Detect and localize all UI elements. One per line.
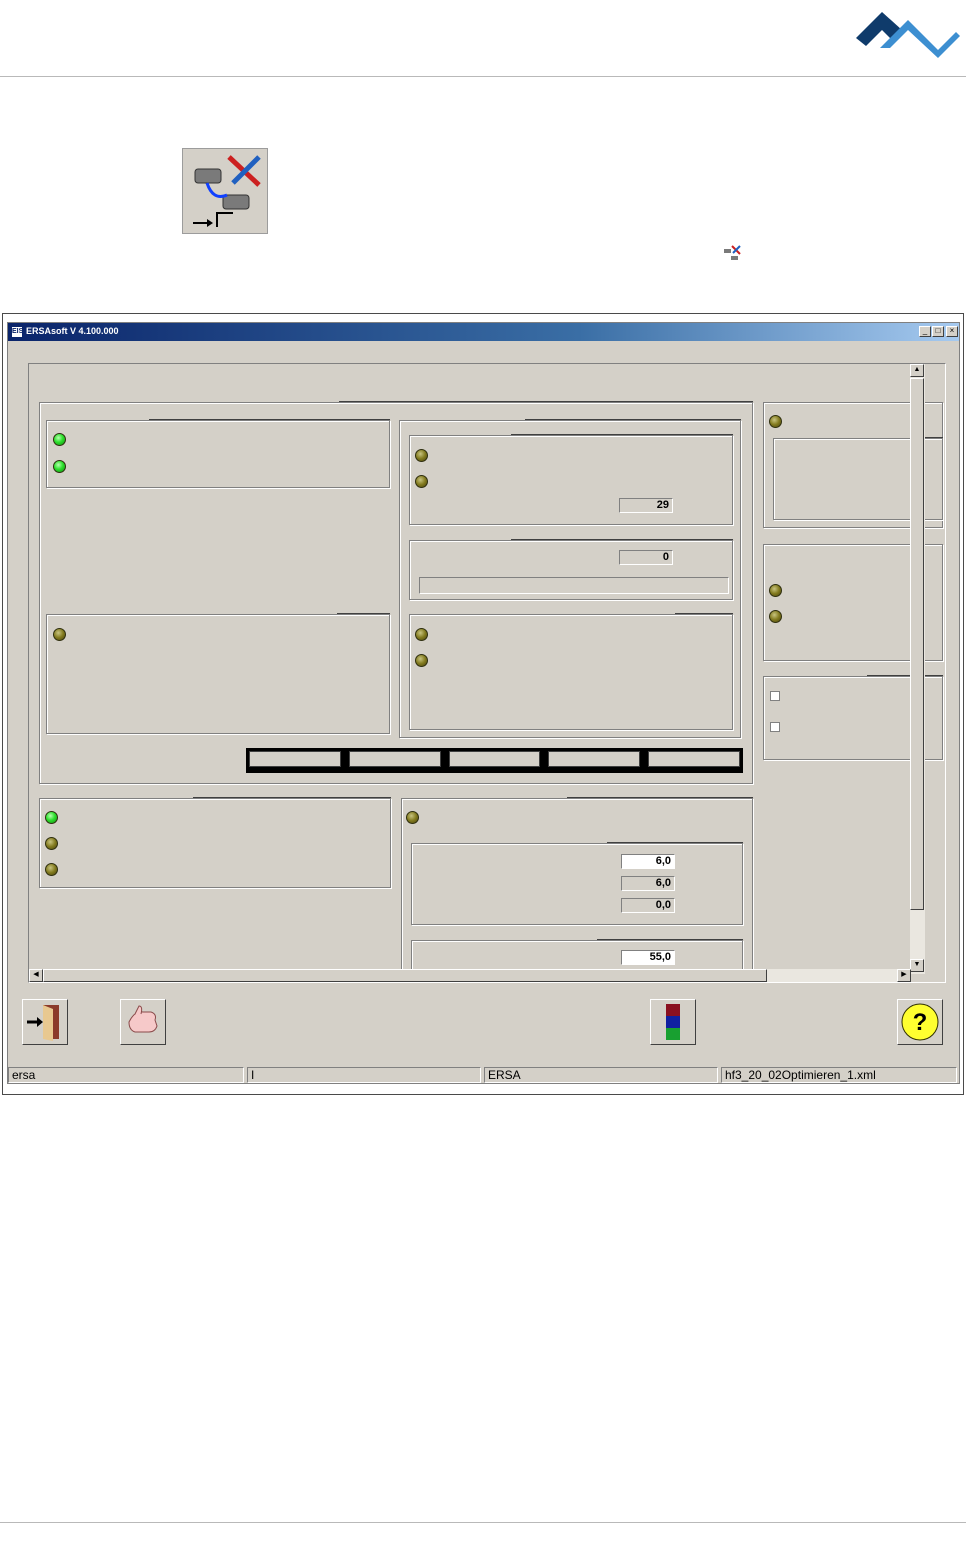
counter-field: 29 — [619, 498, 673, 513]
color-settings-button[interactable] — [650, 999, 696, 1045]
app-logo-icon: EIS — [11, 326, 23, 338]
heater-led-1 — [45, 811, 58, 824]
svg-text:?: ? — [913, 1009, 928, 1036]
status-led-1 — [53, 433, 66, 446]
group-caption-line — [337, 613, 390, 614]
title-bar[interactable]: EIS ERSAsoft V 4.100.000 _ □ × — [8, 323, 959, 341]
group-caption-line — [193, 797, 391, 798]
group-caption-line — [339, 401, 753, 402]
group-caption-line — [867, 675, 943, 676]
option-checkbox-2[interactable] — [770, 722, 780, 732]
right-led-1 — [769, 415, 782, 428]
heater-led-3 — [45, 863, 58, 876]
vertical-scrollbar[interactable]: ▲ ▼ — [910, 364, 925, 974]
help-icon: ? — [901, 1003, 939, 1041]
scroll-up-button[interactable]: ▲ — [910, 364, 924, 377]
status-file: hf3_20_02Optimieren_1.xml — [721, 1067, 957, 1083]
color-stack-icon — [666, 1004, 680, 1040]
exit-button[interactable] — [22, 999, 68, 1045]
scroll-down-button[interactable]: ▼ — [910, 959, 924, 972]
group-caption-line — [567, 797, 753, 798]
option-checkbox-1[interactable] — [770, 691, 780, 701]
status-bar: ersa I ERSA hf3_20_02Optimieren_1.xml — [8, 1066, 959, 1084]
vertical-scroll-thumb[interactable] — [910, 378, 924, 910]
right-led-2 — [769, 584, 782, 597]
app-window: EIS ERSAsoft V 4.100.000 _ □ × 29 0 6,0 … — [7, 322, 960, 1084]
header-rule — [0, 76, 966, 77]
progress-bar — [419, 577, 729, 594]
step-segment-4 — [548, 751, 641, 767]
horizontal-scroll-thumb[interactable] — [43, 969, 767, 982]
heater-group — [39, 798, 391, 888]
step-segment-1 — [249, 751, 341, 767]
status-led-2 — [53, 460, 66, 473]
group-caption-line — [597, 939, 743, 940]
confirm-button[interactable] — [120, 999, 166, 1045]
group-caption-line — [607, 842, 743, 843]
optimization-tool-small-icon — [722, 244, 742, 264]
parameter-led — [406, 811, 419, 824]
minimize-button[interactable]: _ — [919, 326, 931, 337]
footer-rule — [0, 1522, 966, 1523]
help-button[interactable]: ? — [897, 999, 943, 1045]
horizontal-scrollbar[interactable]: ◀ ▶ — [29, 969, 911, 982]
group-caption-line — [511, 434, 733, 435]
status-profile: ERSA — [484, 1067, 718, 1083]
status-box-2 — [46, 614, 390, 734]
sensor-led-4 — [415, 654, 428, 667]
scroll-right-button[interactable]: ▶ — [897, 969, 911, 982]
status-mode: I — [247, 1067, 481, 1083]
right-led-3 — [769, 610, 782, 623]
temperature-input[interactable]: 55,0 — [621, 950, 675, 965]
step-indicator — [246, 748, 743, 773]
parameter-box-1 — [411, 843, 743, 925]
step-segment-2 — [348, 751, 441, 767]
status-user: ersa — [8, 1067, 244, 1083]
company-logo — [856, 12, 960, 58]
status-box-1 — [46, 420, 390, 488]
scroll-left-button[interactable]: ◀ — [29, 969, 43, 982]
optimization-tool-icon — [182, 148, 268, 234]
setpoint-input[interactable]: 6,0 — [621, 854, 675, 869]
group-caption-line — [511, 539, 733, 540]
actual-value-field: 6,0 — [621, 876, 675, 891]
sensor-box-3 — [409, 614, 733, 730]
content-panel: 29 0 6,0 6,0 0,0 55,0 — [28, 363, 946, 983]
group-caption-line — [149, 419, 390, 420]
thumbs-up-icon — [128, 1005, 158, 1033]
close-button[interactable]: × — [946, 326, 958, 337]
sensor-led-1 — [415, 449, 428, 462]
sensor-box-1 — [409, 435, 733, 525]
exit-door-icon — [27, 1005, 59, 1041]
group-caption-line — [925, 437, 943, 438]
heater-led-2 — [45, 837, 58, 850]
sensor-led-3 — [415, 628, 428, 641]
counter-field-2: 0 — [619, 550, 673, 565]
window-title: ERSAsoft V 4.100.000 — [26, 326, 119, 336]
step-segment-3 — [448, 751, 541, 767]
maximize-button[interactable]: □ — [932, 326, 944, 337]
group-caption-line — [675, 613, 733, 614]
group-caption-line — [525, 419, 741, 420]
difference-field: 0,0 — [621, 898, 675, 913]
status-led-3 — [53, 628, 66, 641]
step-segment-5 — [648, 751, 740, 767]
sensor-led-2 — [415, 475, 428, 488]
